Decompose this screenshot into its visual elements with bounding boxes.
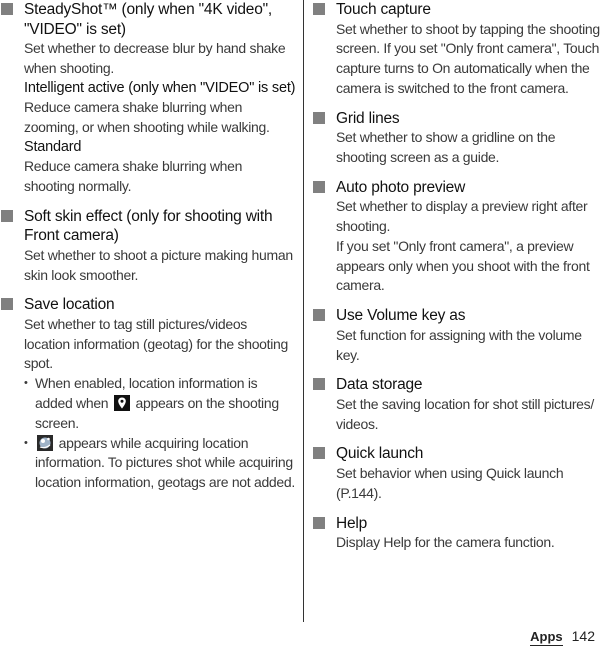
section-marker-icon: [313, 309, 325, 322]
note-item: When enabled, location information is ad…: [24, 374, 296, 433]
setting-quick-launch: Quick launch Set behavior when using Qui…: [312, 444, 607, 503]
setting-desc: Set the saving location for shot still p…: [336, 395, 594, 432]
setting-title: Use Volume key as: [336, 307, 466, 325]
setting-data-storage: Data storage Set the saving location for…: [312, 375, 607, 434]
setting-title: Help: [336, 514, 368, 532]
page-number: 142: [571, 628, 595, 644]
left-column: SteadyShot™ (only when "4K video", "VIDE…: [0, 0, 296, 503]
acquiring-location-icon: [37, 434, 53, 451]
setting-title: SteadyShot™ (only when "4K video", "VIDE…: [24, 1, 273, 38]
note-text: appears while acquiring location informa…: [35, 434, 295, 491]
section-marker-icon: [313, 111, 325, 124]
section-marker-icon: [1, 298, 13, 311]
setting-desc: Set whether to display a preview right a…: [336, 198, 588, 235]
location-pin-icon: [113, 395, 130, 412]
section-marker-icon: [313, 180, 325, 193]
section-marker-icon: [1, 3, 13, 15]
section-marker-icon: [313, 378, 325, 391]
setting-desc: Set whether to show a gridline on the sh…: [336, 129, 556, 165]
page-footer: Apps 142: [530, 628, 595, 646]
section-marker-icon: [1, 209, 13, 222]
setting-title: Auto photo preview: [336, 178, 466, 196]
setting-title: Data storage: [336, 376, 423, 394]
setting-title: Soft skin effect (only for shooting with…: [24, 207, 273, 245]
setting-desc: Set whether to shoot a picture making hu…: [24, 246, 293, 283]
setting-desc: Set whether to shoot by tapping the shoo…: [336, 20, 600, 96]
setting-desc-extra: If you set "Only front camera", a previe…: [336, 237, 590, 294]
setting-volume-key: Use Volume key as Set function for assig…: [312, 306, 607, 365]
setting-title: Touch capture: [336, 1, 431, 18]
column-divider: [303, 0, 304, 622]
option-label: Intelligent active (only when "VIDEO" is…: [24, 79, 296, 96]
note-list: When enabled, location information is ad…: [24, 374, 296, 493]
section-label: Apps: [530, 629, 563, 646]
option-desc: Reduce camera shake blurring when shooti…: [24, 158, 243, 194]
setting-title: Quick launch: [336, 445, 424, 463]
section-marker-icon: [313, 447, 325, 460]
setting-desc: Set whether to decrease blur by hand sha…: [24, 40, 286, 76]
note-item: appears while acquiring location informa…: [24, 434, 296, 493]
setting-desc: Set function for assigning with the volu…: [336, 326, 582, 363]
setting-desc: Display Help for the camera function.: [336, 534, 555, 551]
setting-desc: Set behavior when using Quick launch (P.…: [336, 464, 564, 501]
setting-desc: Set whether to tag still pictures/videos…: [24, 315, 289, 372]
option-label: Standard: [24, 138, 82, 155]
setting-auto-photo-preview: Auto photo preview Set whether to displa…: [312, 178, 607, 296]
section-marker-icon: [313, 516, 325, 529]
setting-save-location: Save location Set whether to tag still p…: [0, 295, 296, 493]
right-column: Touch capture Set whether to shoot by ta…: [312, 0, 607, 563]
setting-title: Save location: [24, 296, 115, 314]
option-desc: Reduce camera shake blurring when zoomin…: [24, 99, 270, 135]
setting-soft-skin: Soft skin effect (only for shooting with…: [0, 207, 296, 286]
section-marker-icon: [313, 3, 325, 15]
setting-steadyshot: SteadyShot™ (only when "4K video", "VIDE…: [0, 0, 296, 197]
setting-help: Help Display Help for the camera functio…: [312, 514, 607, 553]
setting-title: Grid lines: [336, 109, 400, 127]
setting-grid-lines: Grid lines Set whether to show a gridlin…: [312, 109, 607, 168]
setting-touch-capture: Touch capture Set whether to shoot by ta…: [312, 0, 607, 99]
